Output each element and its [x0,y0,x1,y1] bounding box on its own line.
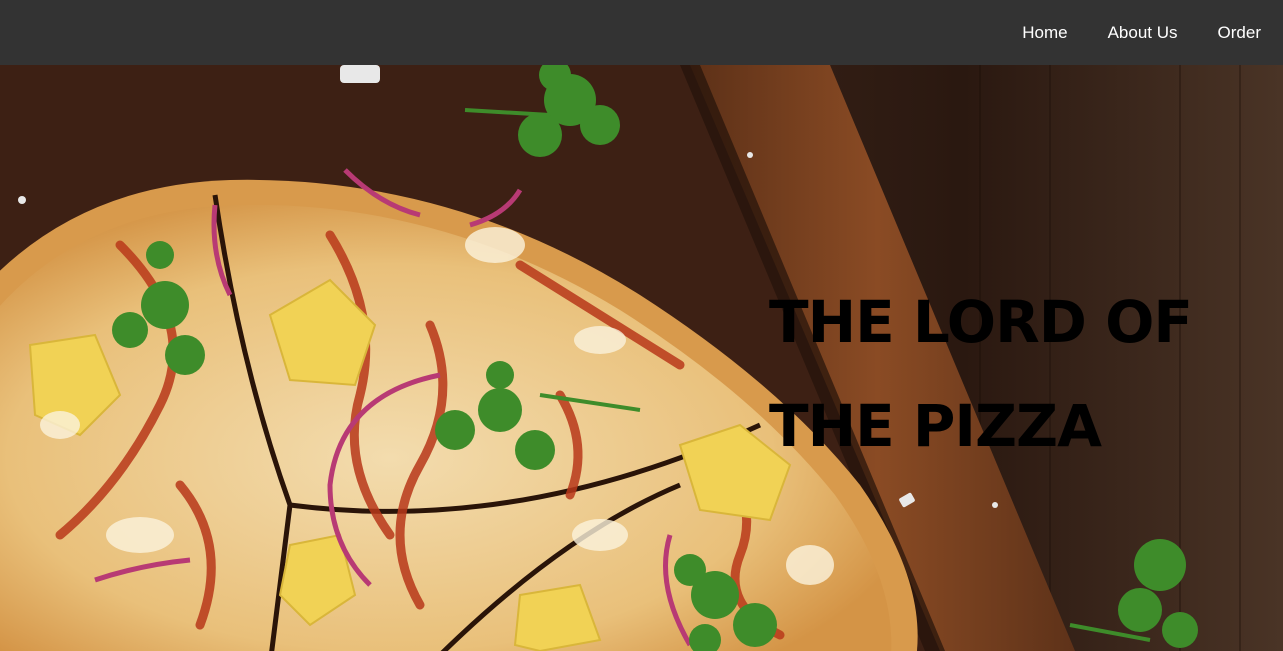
top-navbar: Home About Us Order [0,0,1283,65]
nav-link-order[interactable]: Order [1218,23,1261,43]
hero-section: THE LORD OF THE PIZZA [0,65,1283,651]
hero-headline: THE LORD OF THE PIZZA [769,270,1269,478]
nav-links: Home About Us Order [1022,0,1261,65]
headline-line-1: THE LORD OF [769,288,1193,356]
headline-line-2: THE PIZZA [769,392,1102,460]
page: Home About Us Order THE LORD OF THE PIZZ… [0,0,1283,651]
nav-link-about-us[interactable]: About Us [1108,23,1178,43]
nav-link-home[interactable]: Home [1022,23,1067,43]
